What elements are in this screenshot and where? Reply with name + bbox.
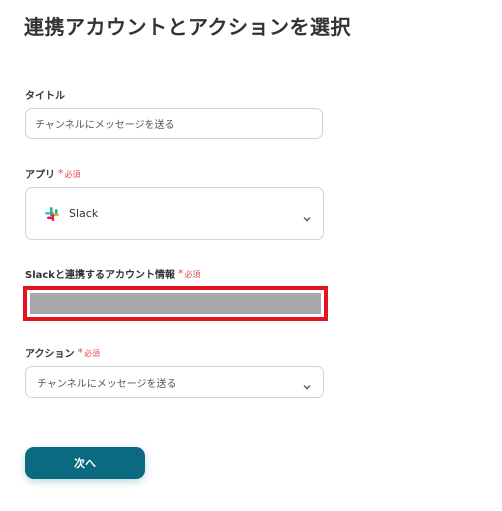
page-title: 連携アカウントとアクションを選択 <box>24 15 351 39</box>
action-label-text: アクション <box>25 349 75 360</box>
slack-logo-icon <box>43 205 61 223</box>
account-required-text: 必須 <box>184 270 201 279</box>
account-label-text: Slackと連携するアカウント情報 <box>25 270 175 281</box>
action-field-label: アクション *必須 <box>25 345 100 360</box>
required-asterisk-icon: * <box>58 167 64 180</box>
account-field-label: Slackと連携するアカウント情報 *必須 <box>25 266 200 281</box>
chevron-down-icon <box>302 377 312 390</box>
required-asterisk-icon: * <box>77 346 84 359</box>
title-label-text: タイトル <box>25 91 65 102</box>
app-select[interactable]: Slack <box>25 187 324 240</box>
selected-action-value: チャンネルにメッセージを送る <box>37 378 177 390</box>
title-input[interactable] <box>25 108 323 139</box>
action-required-text: 必須 <box>84 349 100 358</box>
app-required-text: 必須 <box>64 170 81 179</box>
account-redacted-field[interactable] <box>30 293 321 314</box>
title-field-label: タイトル <box>25 87 65 102</box>
app-required-badge: *必須 <box>58 167 81 180</box>
app-label-text: アプリ <box>25 170 55 181</box>
next-button[interactable]: 次へ <box>25 447 145 479</box>
account-required-badge: *必須 <box>178 267 201 280</box>
chevron-down-icon <box>302 209 312 221</box>
account-highlight-box[interactable] <box>23 286 328 321</box>
required-asterisk-icon: * <box>177 267 184 280</box>
action-required-badge: *必須 <box>78 346 101 359</box>
selected-app-name: Slack <box>69 207 99 220</box>
action-select[interactable]: チャンネルにメッセージを送る <box>25 366 324 398</box>
app-field-label: アプリ *必須 <box>25 166 81 181</box>
